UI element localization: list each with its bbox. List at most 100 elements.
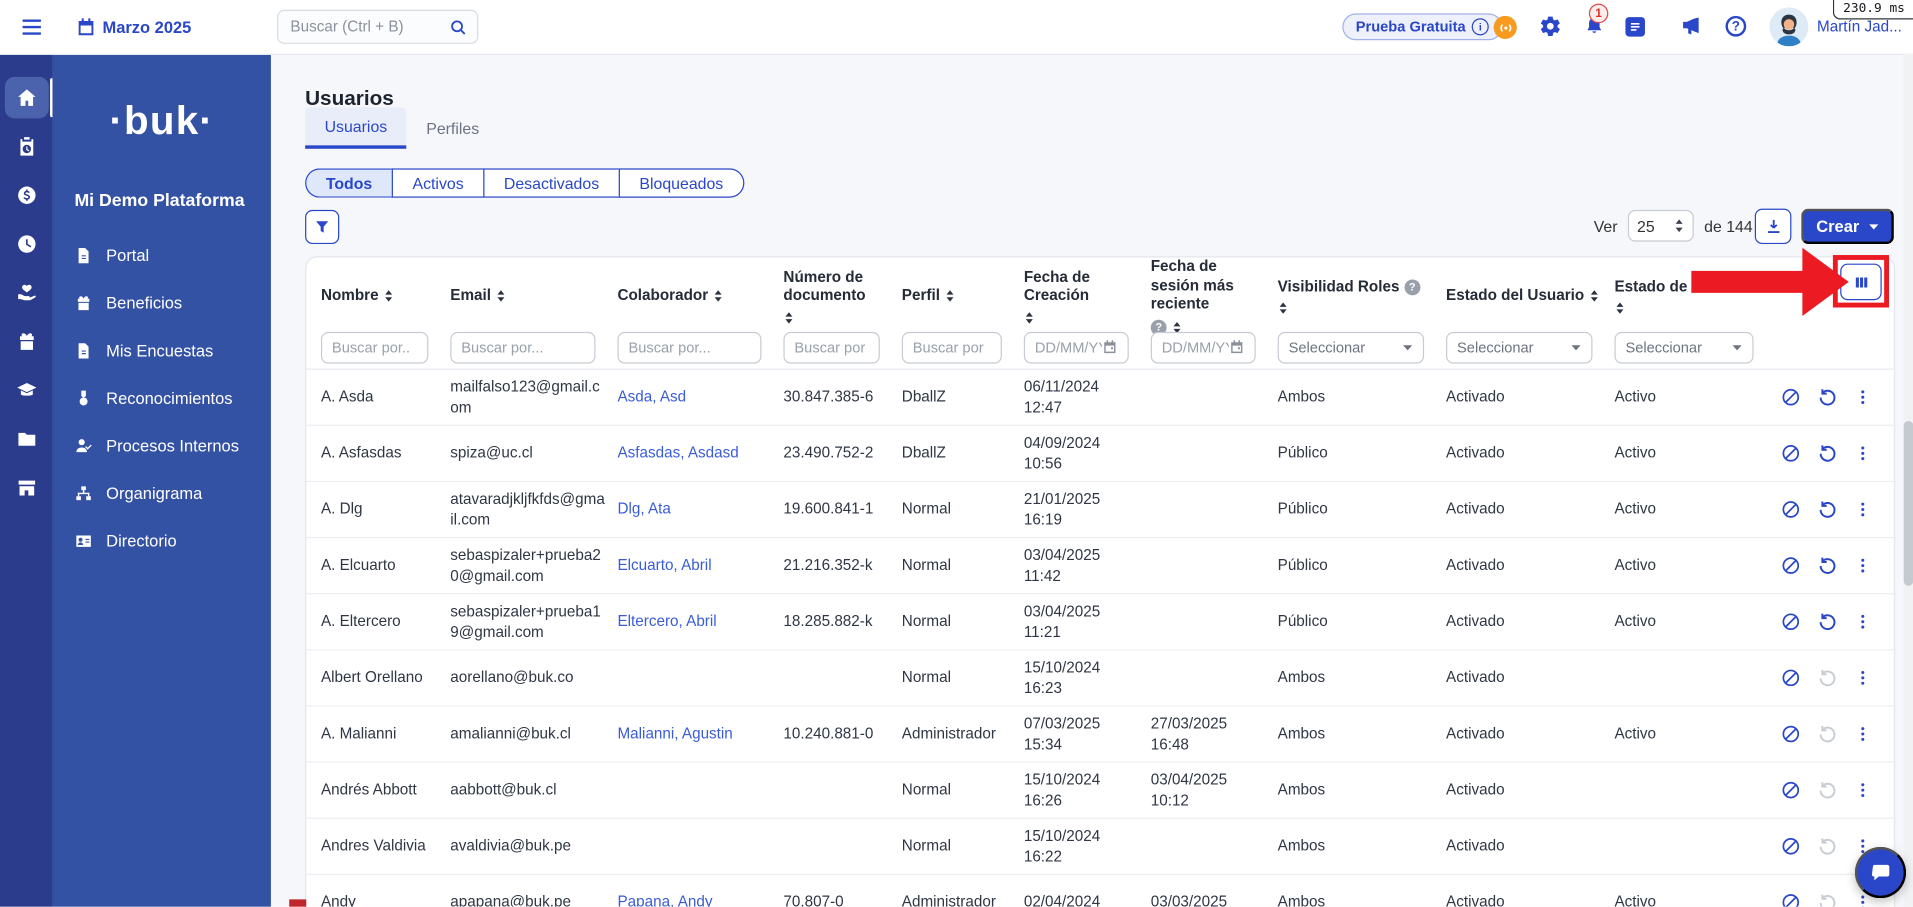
tab-usuarios[interactable]: Usuarios <box>305 107 407 148</box>
sort-icon[interactable] <box>1589 290 1600 303</box>
calendar-icon[interactable] <box>1229 339 1245 355</box>
megaphone-icon[interactable] <box>1680 16 1702 38</box>
column-header-estado-del-usuario[interactable]: Estado del Usuario <box>1446 287 1614 306</box>
select-filter[interactable]: Seleccionar <box>1614 331 1753 363</box>
cell-collaborator-link[interactable]: Asda, Asd <box>617 387 783 407</box>
status-filter-activos[interactable]: Activos <box>392 168 483 197</box>
calendar-icon[interactable] <box>1102 339 1118 355</box>
column-header-visibilidad-roles[interactable]: Visibilidad Roles? <box>1278 278 1446 315</box>
money-rail-item[interactable] <box>4 175 48 216</box>
status-filter-desactivados[interactable]: Desactivados <box>483 168 619 197</box>
reset-button[interactable] <box>1817 499 1838 520</box>
search-icon[interactable] <box>449 18 467 36</box>
page-size-select[interactable]: 25 <box>1627 210 1693 242</box>
sidebar-item-directorio[interactable]: Directorio <box>52 517 270 565</box>
reset-button[interactable] <box>1817 443 1838 464</box>
block-user-button[interactable] <box>1780 387 1801 408</box>
block-user-button[interactable] <box>1780 668 1801 689</box>
row-menu-button[interactable] <box>1854 780 1872 801</box>
row-menu-button[interactable] <box>1854 499 1872 520</box>
reset-button[interactable] <box>1817 668 1838 689</box>
column-header-email[interactable]: Email <box>450 287 617 306</box>
hamburger-menu-button[interactable] <box>20 16 44 38</box>
clock-rail-item[interactable] <box>4 223 48 264</box>
sidebar-item-mis-encuestas[interactable]: Mis Encuestas <box>52 327 270 375</box>
sort-icon[interactable] <box>783 311 794 324</box>
sidebar-item-organigrama[interactable]: Organigrama <box>52 470 270 518</box>
user-avatar[interactable] <box>1769 7 1808 46</box>
download-button[interactable] <box>1755 209 1792 244</box>
cell-collaborator-link[interactable]: Malianni, Agustin <box>617 724 783 744</box>
gear-icon[interactable] <box>1539 15 1562 38</box>
sidebar-item-procesos-internos[interactable]: Procesos Internos <box>52 422 270 470</box>
filter-button[interactable] <box>305 210 339 244</box>
sort-icon[interactable] <box>945 290 956 303</box>
block-user-button[interactable] <box>1780 499 1801 520</box>
reset-button[interactable] <box>1817 836 1838 857</box>
global-search[interactable] <box>277 10 478 44</box>
reset-button[interactable] <box>1817 555 1838 576</box>
graduation-cap-rail-item[interactable] <box>4 370 48 411</box>
global-search-input[interactable] <box>278 11 449 43</box>
block-user-button[interactable] <box>1780 836 1801 857</box>
column-header-colaborador[interactable]: Colaborador <box>617 287 783 306</box>
tab-perfiles[interactable]: Perfiles <box>407 107 499 148</box>
sort-icon[interactable] <box>1278 302 1289 315</box>
calendar-icon[interactable] <box>74 16 96 38</box>
status-filter-todos[interactable]: Todos <box>305 168 392 197</box>
select-filter[interactable]: Seleccionar <box>1278 331 1424 363</box>
reset-button[interactable] <box>1817 892 1838 907</box>
broadcast-icon[interactable] <box>1494 16 1517 39</box>
create-button[interactable]: Crear <box>1801 209 1894 244</box>
sort-icon[interactable] <box>383 290 394 303</box>
reset-button[interactable] <box>1817 724 1838 745</box>
period-selector[interactable]: Marzo 2025 <box>103 0 192 54</box>
scrollbar-thumb[interactable] <box>1904 421 1913 586</box>
column-header-fecha-de-sesion-mas-reciente[interactable]: Fecha de sesión más reciente? <box>1151 257 1278 335</box>
clipboard-clock-rail-item[interactable] <box>4 126 48 167</box>
block-user-button[interactable] <box>1780 611 1801 632</box>
reset-button[interactable] <box>1817 780 1838 801</box>
reset-button[interactable] <box>1817 387 1838 408</box>
block-user-button[interactable] <box>1780 443 1801 464</box>
gift-rail-item[interactable] <box>4 321 48 362</box>
column-search-input[interactable] <box>617 331 761 363</box>
sidebar-item-portal[interactable]: Portal <box>52 232 270 280</box>
column-search-input[interactable] <box>450 331 595 363</box>
block-user-button[interactable] <box>1780 892 1801 907</box>
cell-collaborator-link[interactable]: Eltercero, Abril <box>617 612 783 632</box>
sort-icon[interactable] <box>1614 302 1625 315</box>
column-header-fecha-de-creacion[interactable]: Fecha de Creación <box>1024 268 1151 324</box>
chat-widget-button[interactable] <box>1855 847 1906 898</box>
column-search-input[interactable] <box>783 331 879 363</box>
cell-collaborator-link[interactable]: Asfasdas, Asdasd <box>617 443 783 463</box>
home-rail-item[interactable] <box>4 77 48 118</box>
help-icon[interactable]: ? <box>1726 16 1747 37</box>
row-menu-button[interactable] <box>1854 668 1872 689</box>
sort-icon[interactable] <box>713 290 724 303</box>
hand-heart-rail-item[interactable] <box>4 272 48 313</box>
column-header-nombre[interactable]: Nombre <box>321 287 450 306</box>
reset-button[interactable] <box>1817 611 1838 632</box>
sort-icon[interactable] <box>1024 311 1035 324</box>
cell-collaborator-link[interactable]: Elcuarto, Abril <box>617 556 783 576</box>
sidebar-item-beneficios[interactable]: Beneficios <box>52 279 270 327</box>
notes-icon[interactable] <box>1625 17 1645 37</box>
cell-collaborator-link[interactable]: Papana, Andy <box>617 892 783 906</box>
row-menu-button[interactable] <box>1854 611 1872 632</box>
column-search-input[interactable] <box>902 331 1002 363</box>
date-filter-input[interactable]: DD/MM/YYYY <box>1024 331 1129 363</box>
select-filter[interactable]: Seleccionar <box>1446 331 1592 363</box>
block-user-button[interactable] <box>1780 724 1801 745</box>
row-menu-button[interactable] <box>1854 443 1872 464</box>
date-filter-input[interactable]: DD/MM/YYYY <box>1151 331 1256 363</box>
cell-collaborator-link[interactable]: Dlg, Ata <box>617 500 783 520</box>
row-menu-button[interactable] <box>1854 555 1872 576</box>
status-filter-bloqueados[interactable]: Bloqueados <box>619 168 744 197</box>
block-user-button[interactable] <box>1780 780 1801 801</box>
store-rail-item[interactable] <box>4 467 48 508</box>
info-icon[interactable]: ? <box>1404 279 1420 295</box>
column-header-numero-de-documento[interactable]: Número de documento <box>783 268 901 324</box>
sidebar-item-reconocimientos[interactable]: Reconocimientos <box>52 375 270 423</box>
folder-rail-item[interactable] <box>4 419 48 460</box>
